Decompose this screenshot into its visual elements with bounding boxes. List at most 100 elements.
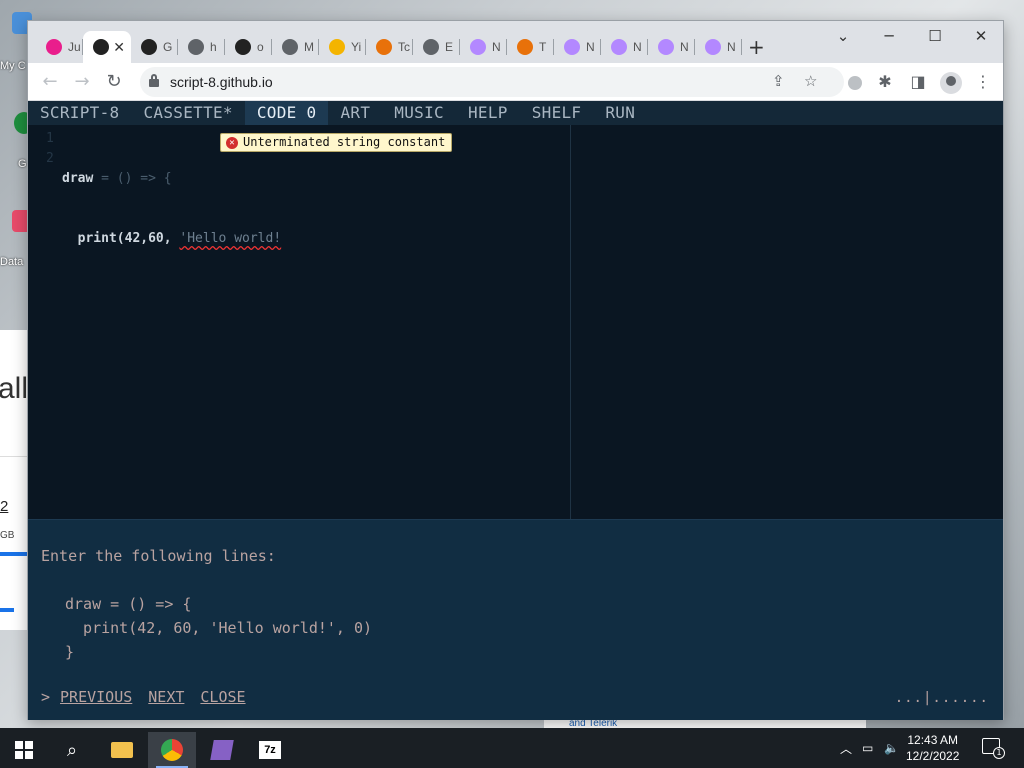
browser-tab[interactable]: h [178, 31, 225, 63]
tutorial-progress: ...|...... [894, 690, 989, 706]
menu-item-cassette[interactable]: CASSETTE* [131, 101, 244, 125]
rainbow-icon [517, 39, 533, 55]
script8-icon [93, 39, 109, 55]
close-window-button[interactable]: ✕ [966, 27, 996, 45]
editor-split-divider[interactable] [570, 125, 571, 519]
new-tab-button[interactable]: + [748, 35, 765, 59]
globe-icon [423, 39, 439, 55]
tab-label: N [586, 40, 595, 54]
back-button[interactable]: ← [38, 71, 62, 92]
browser-tab[interactable]: G [131, 31, 178, 63]
volume-icon[interactable]: 🔈 [884, 728, 899, 768]
windows-icon [15, 741, 33, 759]
tutorial-example-code: draw = () => { print(42, 60, 'Hello worl… [65, 595, 373, 661]
menu-item-run[interactable]: RUN [593, 101, 647, 125]
browser-tab[interactable]: Tc [366, 31, 413, 63]
menu-item-shelf[interactable]: SHELF [520, 101, 594, 125]
previous-button[interactable]: PREVIOUS [60, 688, 132, 706]
7zip-icon[interactable]: 7z [246, 732, 294, 768]
side-panel-icon[interactable]: ◨ [907, 72, 929, 91]
notification-icon[interactable]: 1 [982, 738, 1005, 759]
browser-tab[interactable]: T [507, 31, 554, 63]
browser-menu-icon[interactable]: ⋮ [972, 72, 994, 91]
tab-label: Yi [351, 40, 362, 54]
lock-icon[interactable] [149, 74, 159, 87]
start-button[interactable] [0, 732, 48, 768]
desktop-icon-data[interactable]: Data [0, 206, 32, 268]
maximize-button[interactable]: ☐ [920, 27, 950, 45]
network-icon[interactable]: ▭ [862, 728, 873, 768]
forward-button[interactable]: → [70, 71, 94, 92]
menu-item-script-8[interactable]: SCRIPT-8 [28, 101, 131, 125]
search-icon[interactable]: ⌕ [48, 732, 96, 768]
bg-number: 2 [0, 498, 9, 515]
desktop-icon-computer[interactable]: My C [0, 8, 32, 72]
code-line-2[interactable]: print(42,60, 'Hello world! [62, 229, 282, 249]
bg-heading: all [0, 372, 29, 405]
browser-tab[interactable]: o [225, 31, 272, 63]
tab-strip: Ju ✕ Gh o M Yi Tc E N T N N N N + ⌄ ─ ☐ ✕ [28, 21, 1003, 63]
tab-label: N [633, 40, 642, 54]
browser-tab[interactable]: M [272, 31, 319, 63]
taskbar: ⌕ 7z ︿ ▭ 🔈 12:43 AM 12/2/2022 1 [0, 728, 1024, 768]
minimize-button[interactable]: ─ [874, 27, 904, 45]
heart-icon [46, 39, 62, 55]
tab-label: N [727, 40, 736, 54]
code-editor[interactable]: 1 2 draw = () => { print(42,60, 'Hello w… [28, 125, 1003, 519]
line-number: 2 [46, 151, 54, 166]
extension-icon[interactable] [848, 76, 862, 90]
cat-icon [564, 39, 580, 55]
desktop-icon-label: G [18, 158, 27, 170]
menu-item-code-0[interactable]: CODE 0 [244, 101, 329, 125]
browser-tab[interactable]: N [695, 31, 742, 63]
clock[interactable]: 12:43 AM 12/2/2022 [906, 732, 959, 764]
share-icon[interactable]: ⇪ [772, 72, 785, 90]
menu-item-art[interactable]: ART [328, 101, 382, 125]
bg-progress-bar [0, 552, 28, 556]
bg-unit: GB [0, 530, 15, 541]
tutorial-panel: Enter the following lines: draw = () => … [28, 519, 1003, 720]
desktop-icon-label: Data [0, 256, 24, 268]
browser-tab[interactable]: Yi [319, 31, 366, 63]
rainbow-icon [376, 39, 392, 55]
tab-label: T [539, 40, 547, 54]
tab-label: o [257, 40, 264, 54]
code-line-1[interactable]: draw = () => { [62, 169, 281, 189]
address-bar[interactable]: script-8.github.io ⇪ ☆ [140, 67, 844, 97]
browser-tab[interactable]: N [648, 31, 695, 63]
cat-icon [658, 39, 674, 55]
tray-chevron-icon[interactable]: ︿ [840, 728, 852, 768]
browser-tab[interactable]: N [460, 31, 507, 63]
tab-label: E [445, 40, 454, 54]
next-button[interactable]: NEXT [148, 688, 184, 706]
code-content[interactable]: draw = () => { print(42,60, 'Hello world… [62, 129, 281, 289]
reload-button[interactable]: ↻ [102, 71, 126, 92]
profile-avatar[interactable] [940, 72, 962, 94]
error-message: Unterminated string constant [243, 135, 446, 149]
desktop-icon-chrome[interactable]: G [0, 108, 34, 170]
browser-tab[interactable]: E [413, 31, 460, 63]
menu-item-music[interactable]: MUSIC [382, 101, 456, 125]
menu-item-help[interactable]: HELP [456, 101, 520, 125]
extensions-puzzle-icon[interactable]: ✱ [874, 72, 896, 91]
close-tab-icon[interactable]: ✕ [113, 39, 125, 56]
url-text[interactable]: script-8.github.io [170, 74, 273, 90]
app-menu-bar: SCRIPT-8 CASSETTE* CODE 0 ART MUSIC HELP SHELF… [28, 101, 1003, 125]
visual-studio-icon[interactable] [198, 732, 246, 768]
cat-icon [611, 39, 627, 55]
browser-tab[interactable]: N [601, 31, 648, 63]
divider [0, 456, 28, 457]
browser-tab[interactable]: Ju [36, 31, 83, 63]
bookmark-star-icon[interactable]: ☆ [804, 72, 817, 90]
tab-search-icon[interactable]: ⌄ [828, 27, 858, 45]
chrome-taskbar-icon[interactable] [148, 732, 196, 768]
tab-label: Tc [398, 40, 410, 54]
nav-marker: > [41, 688, 51, 706]
browser-tab[interactable]: ✕ [83, 31, 131, 63]
browser-tab[interactable]: N [554, 31, 601, 63]
error-icon: ✕ [226, 137, 238, 149]
globe-icon [188, 39, 204, 55]
browser-window: Ju ✕ Gh o M Yi Tc E N T N N N N + ⌄ ─ ☐ ✕ ← → ↻ scrip… [27, 20, 1004, 720]
close-button[interactable]: CLOSE [200, 688, 245, 706]
file-explorer-icon[interactable] [98, 732, 146, 768]
